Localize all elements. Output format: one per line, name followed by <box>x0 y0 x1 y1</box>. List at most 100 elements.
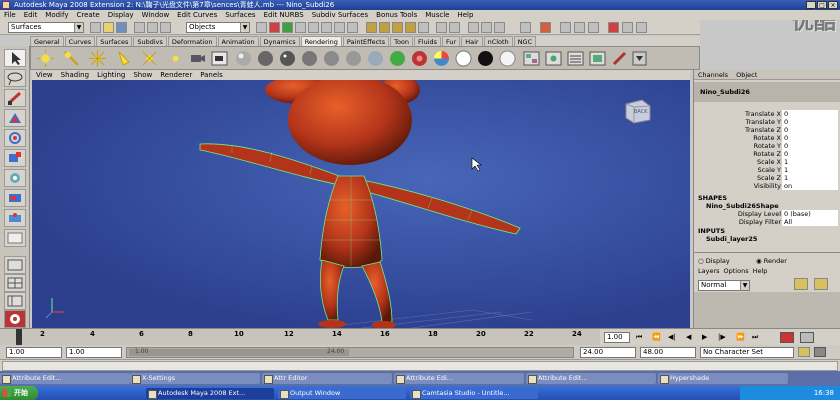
window-title-bar[interactable]: Autodesk Maya 2008 Extension 2: N:\鞠子\光盘… <box>0 0 840 10</box>
minimized-window[interactable]: Attr Editor <box>262 373 392 384</box>
camera-icon[interactable] <box>622 22 633 33</box>
menu-display[interactable]: Display <box>104 11 138 19</box>
render-view-layout-icon[interactable] <box>4 310 26 328</box>
attr-row[interactable]: Rotate X0 <box>694 134 840 142</box>
four-view-layout-icon[interactable] <box>4 274 26 292</box>
taskbar-item-maya[interactable]: Autodesk Maya 2008 Ext... <box>146 388 274 399</box>
perspective-viewport[interactable]: BACK <box>32 80 690 328</box>
tool-settings-toggle-icon[interactable] <box>574 22 585 33</box>
input-box-icon[interactable] <box>520 22 531 33</box>
range-slider[interactable]: 1.00 24.00 <box>126 347 574 358</box>
move-tool-icon[interactable] <box>4 109 26 127</box>
attr-row[interactable]: Translate Y0 <box>694 118 840 126</box>
select-object-icon[interactable] <box>147 22 158 33</box>
panel-menu-lighting[interactable]: Lighting <box>93 71 129 79</box>
surface-shader-icon[interactable] <box>389 50 406 67</box>
lasso-tool-icon[interactable] <box>4 69 26 87</box>
clock[interactable]: 16:38 <box>814 389 834 397</box>
shape-name[interactable]: Nino_Subdi26Shape <box>706 202 779 210</box>
paint-select-tool-icon[interactable] <box>4 89 26 107</box>
mask-misc-icon[interactable] <box>347 22 358 33</box>
ramp-texture-icon[interactable] <box>455 50 472 67</box>
current-time-field[interactable]: 1.00 <box>604 332 630 343</box>
camera-create-icon[interactable] <box>189 50 206 67</box>
ambient-light-icon[interactable] <box>37 50 54 67</box>
shelf-tab-surfaces[interactable]: Surfaces <box>96 36 133 46</box>
step-forward-icon[interactable]: |▶ <box>718 333 726 341</box>
panel-menu-view[interactable]: View <box>32 71 57 79</box>
menu-modify[interactable]: Modify <box>41 11 72 19</box>
panel-menu-renderer[interactable]: Renderer <box>156 71 196 79</box>
menu-create[interactable]: Create <box>72 11 103 19</box>
animation-start-field[interactable]: 1.00 <box>6 347 62 358</box>
rotate-tool-icon[interactable] <box>4 129 26 147</box>
render-view-icon[interactable] <box>545 50 562 67</box>
save-scene-icon[interactable] <box>116 22 127 33</box>
panel-menu-show[interactable]: Show <box>129 71 156 79</box>
minimized-window[interactable]: Attribute Edit... <box>526 373 656 384</box>
time-slider[interactable]: 2 4 6 8 10 12 14 16 18 20 22 24 <box>0 328 600 345</box>
menu-subdiv-surfaces[interactable]: Subdiv Surfaces <box>308 11 372 19</box>
black-shader-icon[interactable] <box>477 50 494 67</box>
visor-icon[interactable] <box>636 22 647 33</box>
new-scene-icon[interactable] <box>90 22 101 33</box>
render-settings-icon[interactable] <box>494 22 505 33</box>
white-shader-icon[interactable] <box>499 50 516 67</box>
camera-aim-icon[interactable] <box>211 50 228 67</box>
shelf-tab-curves[interactable]: Curves <box>64 36 96 46</box>
lambert-shader-icon[interactable] <box>257 50 274 67</box>
directional-light-icon[interactable] <box>63 50 80 67</box>
attr-row[interactable]: Visibility on <box>694 182 840 190</box>
persp-outliner-layout-icon[interactable] <box>4 292 26 310</box>
attr-row[interactable]: Rotate Z0 <box>694 150 840 158</box>
key-icon[interactable] <box>814 347 826 357</box>
snap-grid-icon[interactable] <box>366 22 377 33</box>
animation-prefs-icon[interactable] <box>800 332 814 343</box>
layer-blend-mode-dropdown[interactable]: Normal ▼ <box>698 280 750 291</box>
current-frame-marker[interactable] <box>16 329 22 345</box>
phong-shader-icon[interactable] <box>279 50 296 67</box>
menu-surfaces[interactable]: Surfaces <box>221 11 259 19</box>
shelf-tab-animation[interactable]: Animation <box>217 36 259 46</box>
tab-channels[interactable]: Channels <box>694 71 732 79</box>
layered-shader-icon[interactable] <box>345 50 362 67</box>
range-slider-handle[interactable] <box>129 349 349 356</box>
shelf-tab-hair[interactable]: Hair <box>461 36 483 46</box>
shelf-tab-painteffects[interactable]: PaintEffects <box>342 36 390 46</box>
menuset-dropdown[interactable]: Surfaces ▼ <box>8 22 84 33</box>
menu-muscle[interactable]: Muscle <box>421 11 453 19</box>
shelf-tab-ngc[interactable]: NGC <box>513 36 537 46</box>
attr-row[interactable]: Scale Y1 <box>694 166 840 174</box>
single-perspective-layout-icon[interactable] <box>4 256 26 274</box>
shelf-tab-ncloth[interactable]: nCloth <box>483 36 513 46</box>
blinn-shader-icon[interactable] <box>235 50 252 67</box>
show-manipulator-icon[interactable] <box>4 209 26 227</box>
shelf-tab-general[interactable]: General <box>30 36 64 46</box>
attribute-editor-toggle-icon[interactable] <box>560 22 571 33</box>
menu-edit-curves[interactable]: Edit Curves <box>173 11 221 19</box>
menu-file[interactable]: File <box>0 11 20 19</box>
anisotropic-shader-icon[interactable] <box>323 50 340 67</box>
phonge-shader-icon[interactable] <box>301 50 318 67</box>
minimized-window[interactable]: Attribute Edi... <box>394 373 524 384</box>
input-output-icon[interactable] <box>449 22 460 33</box>
mask-rendering-icon[interactable] <box>334 22 345 33</box>
attr-row[interactable]: Scale Z1 <box>694 174 840 182</box>
shelf-tab-fur[interactable]: Fur <box>442 36 461 46</box>
channel-box-toggle-icon[interactable] <box>588 22 599 33</box>
character-set-field[interactable]: No Character Set <box>700 347 794 358</box>
menu-help[interactable]: Help <box>453 11 477 19</box>
paint-brush-icon[interactable] <box>611 50 628 67</box>
attr-row[interactable]: Translate Z0 <box>694 126 840 134</box>
panel-menu-panels[interactable]: Panels <box>196 71 227 79</box>
remove-icon[interactable] <box>608 22 619 33</box>
minimized-window[interactable]: Attribute Edit... <box>0 373 130 384</box>
point-light-icon[interactable] <box>89 50 106 67</box>
mask-surfaces-icon[interactable] <box>295 22 306 33</box>
last-tool-used-icon[interactable] <box>4 229 26 247</box>
mask-deformers-icon[interactable] <box>308 22 319 33</box>
step-back-icon[interactable]: ◀| <box>668 333 676 341</box>
shelf-tab-deformation[interactable]: Deformation <box>167 36 217 46</box>
mask-joints-icon[interactable] <box>269 22 280 33</box>
command-input[interactable] <box>2 361 838 371</box>
